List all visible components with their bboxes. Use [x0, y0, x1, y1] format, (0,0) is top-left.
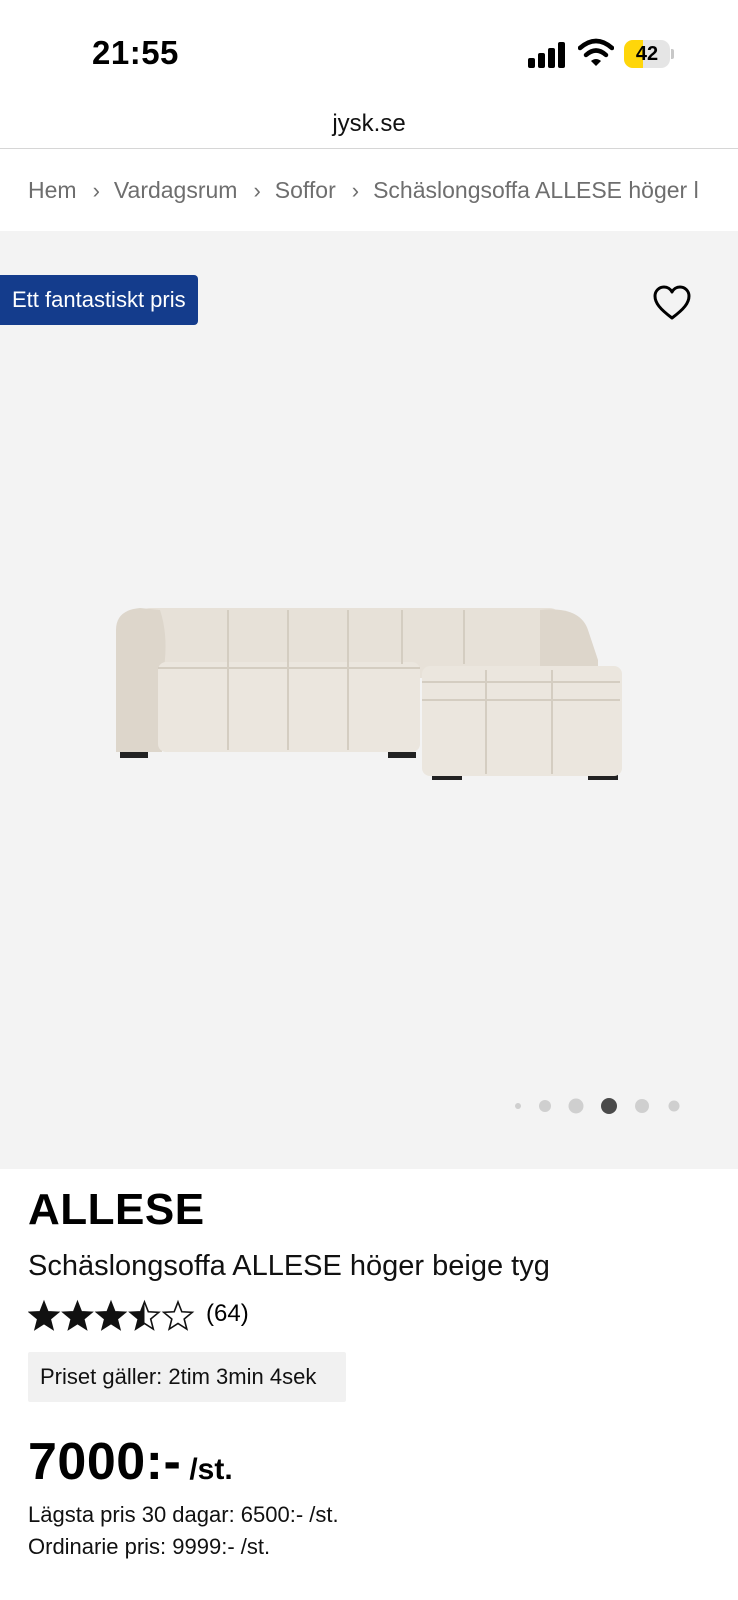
- price-timer: Priset gäller: 2tim 3min 4sek: [28, 1352, 346, 1402]
- star-icon: [161, 1299, 195, 1331]
- status-time: 21:55: [92, 34, 179, 71]
- status-bar: 21:55 42: [0, 0, 738, 100]
- battery-level: 42: [635, 43, 659, 65]
- carousel-dot[interactable]: [568, 1098, 584, 1114]
- price-amount: 7000:-: [28, 1433, 182, 1491]
- product-brand: ALLESE: [28, 1185, 205, 1234]
- product-price: 7000:-/st.: [28, 1432, 233, 1492]
- sofa-product-image[interactable]: [110, 600, 630, 790]
- address-bar[interactable]: jysk.se: [0, 100, 738, 148]
- divider: [0, 148, 738, 149]
- wifi-icon: [578, 38, 614, 66]
- chevron-right-icon: ›: [253, 178, 261, 203]
- breadcrumb-item-vardagsrum[interactable]: Vardagsrum: [114, 177, 238, 203]
- breadcrumb: Hem › Vardagsrum › Soffor › Schäslongsoffa ALL…: [28, 168, 718, 212]
- star-fill: [29, 1302, 59, 1330]
- carousel-dot[interactable]: [668, 1100, 680, 1112]
- breadcrumb-item-current: Schäslongsoffa ALLESE höger l: [373, 177, 699, 203]
- heart-outline-icon[interactable]: [652, 284, 692, 322]
- product-title: Schäslongsoffa ALLESE höger beige tyg: [28, 1250, 550, 1282]
- price-unit: /st.: [189, 1453, 233, 1486]
- carousel-dot[interactable]: [539, 1100, 551, 1112]
- promo-badge: Ett fantastiskt pris: [0, 275, 198, 325]
- rating-count[interactable]: (64): [206, 1296, 249, 1332]
- regular-price: Ordinarie pris: 9999:- /st.: [28, 1534, 271, 1559]
- carousel-dots[interactable]: [512, 1094, 692, 1118]
- rating-stars: [28, 1299, 195, 1331]
- star-fill: [63, 1302, 92, 1330]
- signal-icon: [528, 42, 568, 68]
- star-fill: [96, 1302, 126, 1330]
- breadcrumb-item-hem[interactable]: Hem: [28, 177, 77, 203]
- breadcrumb-item-soffor[interactable]: Soffor: [275, 177, 336, 203]
- carousel-dot-active[interactable]: [601, 1098, 617, 1114]
- carousel-dot[interactable]: [515, 1103, 521, 1109]
- battery-icon: 42: [624, 40, 674, 68]
- chevron-right-icon: ›: [351, 178, 360, 203]
- lowest-price: Lägsta pris 30 dagar: 6500:- /st.: [28, 1502, 339, 1527]
- carousel-dot[interactable]: [635, 1099, 649, 1113]
- chevron-right-icon: ›: [92, 178, 100, 203]
